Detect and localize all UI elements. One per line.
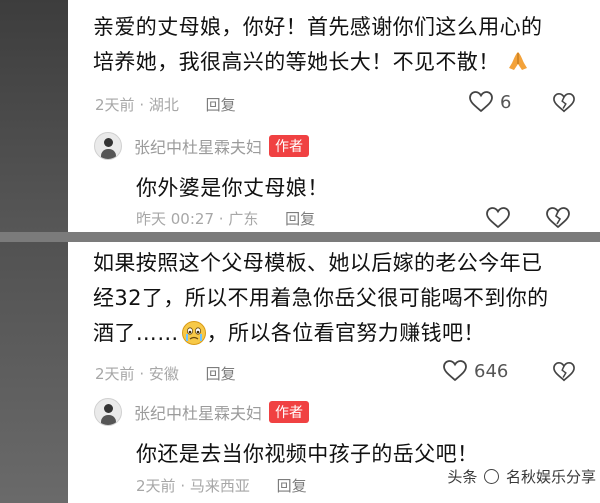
author-reply-text: 你外婆是你丈母娘！ <box>136 176 329 200</box>
comment-time: 2天前 <box>95 365 135 383</box>
dislike-button[interactable] <box>545 206 571 230</box>
comment-time: 2天前 <box>95 96 135 114</box>
reply-meta: 昨天 00:27 · 广东 回复 <box>136 210 316 228</box>
watermark: 头条 名秋娱乐分享 <box>447 466 596 487</box>
comment-location: 湖北 <box>148 96 179 114</box>
watermark-account: 名秋娱乐分享 <box>505 468 596 486</box>
reply-button[interactable]: 回复 <box>277 477 307 495</box>
heart-icon <box>443 360 467 382</box>
author-reply-text: 你还是去当你视频中孩子的岳父吧！ <box>136 442 479 466</box>
comment-text-line: 培养她，我很高兴的等她长大！不见不散！ <box>93 45 542 80</box>
reply-time: 昨天 00:27 <box>136 210 214 228</box>
reply-button[interactable]: 回复 <box>285 210 315 228</box>
dislike-button[interactable] <box>552 92 576 114</box>
comment-text-line: 酒了…… ，所以各位看官努力赚钱吧！ <box>93 321 485 345</box>
comment-card: 如果按照这个父母模板、她以后嫁的老公今年已 经32了，所以不用着急你岳父很可能喝… <box>68 242 600 503</box>
like-button[interactable]: 646 <box>442 359 508 383</box>
reply-time: 2天前 <box>136 477 176 495</box>
reply-button[interactable]: 回复 <box>206 365 236 383</box>
comment-location: 安徽 <box>148 365 179 383</box>
dislike-button[interactable] <box>552 361 576 383</box>
comment-card: 亲爱的丈母娘，你好！首先感谢你们这么用心的 培养她，我很高兴的等她长大！不见不散… <box>68 0 600 232</box>
author-name[interactable]: 张纪中杜星霖夫妇 <box>134 400 262 424</box>
reply-location: 马来西亚 <box>189 477 250 495</box>
comment-text: 如果按照这个父母模板、她以后嫁的老公今年已 经32了，所以不用着急你岳父很可能喝… <box>93 246 549 351</box>
comment-text-line: 亲爱的丈母娘，你好！首先感谢你们这么用心的 <box>93 15 543 39</box>
author-reply-header: 张纪中杜星霖夫妇 作者 <box>94 132 310 160</box>
author-reply-header: 张纪中杜星霖夫妇 作者 <box>94 398 310 426</box>
reply-location: 广东 <box>228 210 259 228</box>
comment-meta: 2天前 · 湖北 回复 <box>95 96 236 114</box>
comment-meta: 2天前 · 安徽 回复 <box>95 365 236 383</box>
reply-button[interactable]: 回复 <box>206 96 236 114</box>
comment-text-line: 经32了，所以不用着急你岳父很可能喝不到你的 <box>93 286 549 310</box>
crying-face-icon <box>181 321 206 345</box>
avatar[interactable] <box>94 398 122 426</box>
comment-text: 亲爱的丈母娘，你好！首先感谢你们这么用心的 培养她，我很高兴的等她长大！不见不散… <box>93 10 542 80</box>
background-video-strip <box>0 0 68 232</box>
pray-icon <box>508 52 527 70</box>
background-video-strip <box>0 242 68 503</box>
author-name[interactable]: 张纪中杜星霖夫妇 <box>134 134 262 158</box>
heart-icon[interactable] <box>485 206 511 230</box>
at-icon <box>484 469 500 484</box>
heart-icon <box>469 91 493 113</box>
like-count: 6 <box>500 91 512 113</box>
screenshot-divider <box>0 232 600 242</box>
comment-text-line: 如果按照这个父母模板、她以后嫁的老公今年已 <box>93 251 543 275</box>
author-badge: 作者 <box>269 401 310 423</box>
avatar[interactable] <box>94 132 122 160</box>
reply-meta: 2天前 · 马来西亚 回复 <box>136 477 307 495</box>
watermark-prefix: 头条 <box>447 468 478 486</box>
like-count: 646 <box>474 360 509 382</box>
author-badge: 作者 <box>269 135 310 157</box>
like-button[interactable]: 6 <box>468 90 511 114</box>
